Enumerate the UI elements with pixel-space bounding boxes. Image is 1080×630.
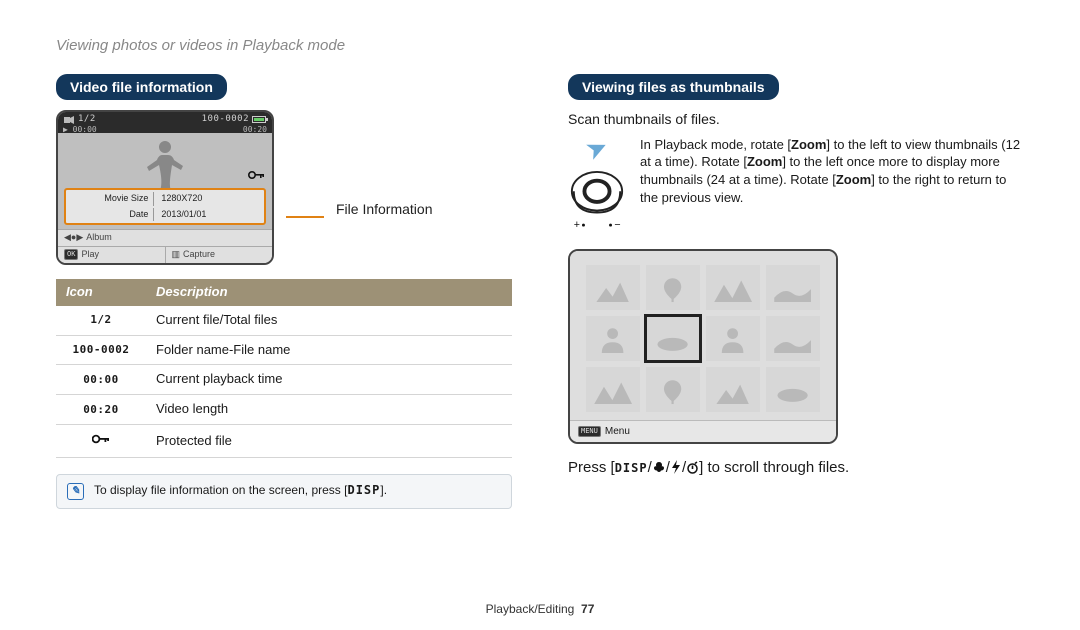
thumbnail xyxy=(766,265,820,310)
callout-label: File Information xyxy=(336,200,432,218)
timer-icon xyxy=(686,461,699,474)
menu-label: Menu xyxy=(605,425,630,438)
callout-line xyxy=(286,216,324,218)
thumbnail-selected xyxy=(646,316,700,361)
right-column: Viewing files as thumbnails Scan thumbna… xyxy=(568,74,1024,509)
table-row: 00:20Video length xyxy=(56,395,512,425)
thumbnail xyxy=(646,367,700,412)
press-instruction: Press [DISP///] to scroll through files. xyxy=(568,458,1024,478)
thumbnail xyxy=(586,367,640,412)
battery-icon xyxy=(252,116,266,123)
page-title: Viewing photos or videos in Playback mod… xyxy=(56,36,1024,56)
macro-flower-icon xyxy=(652,461,666,473)
table-row: Protected file xyxy=(56,425,512,458)
table-row: 1/2Current file/Total files xyxy=(56,306,512,335)
zoom-dial-icon: + − xyxy=(568,170,626,238)
total-time: 00:20 xyxy=(243,125,267,135)
heading-thumbnails: Viewing files as thumbnails xyxy=(568,74,779,100)
note-box: ✎ To display file information on the scr… xyxy=(56,474,512,509)
file-info-overlay: Movie Size1280X720 Date2013/01/01 xyxy=(64,188,266,225)
lock-key-icon xyxy=(248,167,264,185)
svg-text:−: − xyxy=(614,219,620,231)
thumbnail xyxy=(706,316,760,361)
file-code: 100-0002 xyxy=(202,114,249,126)
play-label: Play xyxy=(81,249,99,261)
flash-icon xyxy=(670,460,682,474)
arrow-icon: ➤ xyxy=(580,129,614,169)
heading-video-file-info: Video file information xyxy=(56,74,227,100)
left-column: Video file information 1/2 100-0002 ▶ 00… xyxy=(56,74,512,509)
th-icon: Icon xyxy=(56,279,146,306)
thumbnail-view-card: MENU Menu xyxy=(568,249,838,444)
thumbnail xyxy=(646,265,700,310)
th-description: Description xyxy=(146,279,512,306)
disp-label: DISP xyxy=(347,483,380,497)
thumbnail xyxy=(766,367,820,412)
elapsed-time: 00:00 xyxy=(73,125,97,134)
table-row: 00:00Current playback time xyxy=(56,365,512,395)
thumbnail xyxy=(706,265,760,310)
video-preview-card: 1/2 100-0002 ▶ 00:00 00:20 xyxy=(56,110,274,265)
file-counter: 1/2 xyxy=(78,114,96,126)
video-camera-icon xyxy=(64,116,74,124)
capture-label: Capture xyxy=(183,249,215,261)
table-row: 100-0002Folder name-File name xyxy=(56,335,512,365)
ok-button-icon: OK xyxy=(64,249,78,260)
icon-description-table: Icon Description 1/2Current file/Total f… xyxy=(56,279,512,458)
thumbnail xyxy=(586,316,640,361)
album-label: Album xyxy=(86,232,112,244)
thumbnail xyxy=(766,316,820,361)
page-footer: Playback/Editing 77 xyxy=(0,602,1080,618)
subtitle: Scan thumbnails of files. xyxy=(568,110,1024,128)
thumbnail xyxy=(706,367,760,412)
svg-text:+: + xyxy=(574,219,580,231)
menu-button-icon: MENU xyxy=(578,426,601,437)
zoom-instruction-text: In Playback mode, rotate [Zoom] to the l… xyxy=(640,136,1024,237)
key-icon xyxy=(92,433,110,445)
note-icon: ✎ xyxy=(67,483,84,500)
capture-icon: ▥ xyxy=(172,249,181,261)
thumbnail xyxy=(586,265,640,310)
